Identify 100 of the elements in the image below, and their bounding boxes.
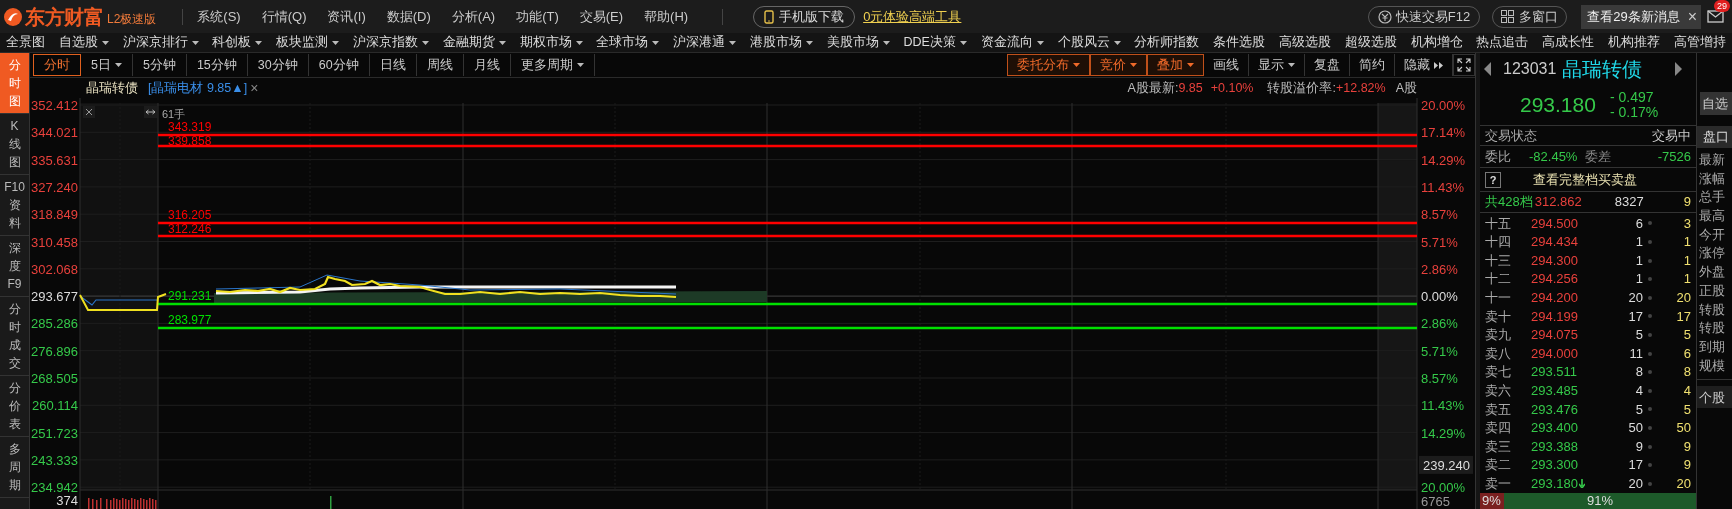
promo-link[interactable]: 0元体验高端工具 bbox=[863, 6, 962, 27]
order-volume: 20 bbox=[1628, 289, 1643, 307]
axis-label: 5.71% bbox=[1421, 234, 1458, 250]
nav-menu-item[interactable]: 分析师指数 bbox=[1134, 33, 1200, 52]
period-tab[interactable]: 月线 bbox=[463, 54, 511, 76]
caret-icon bbox=[191, 40, 199, 45]
nav-menu-item[interactable]: 沪深港通 bbox=[673, 33, 737, 52]
nav-menu-item[interactable]: 科创板 bbox=[212, 33, 263, 52]
menu-item[interactable]: 交易(E) bbox=[579, 6, 624, 27]
double-arrow-icon bbox=[1434, 61, 1443, 69]
toolbar-button[interactable]: 竞价 bbox=[1090, 54, 1147, 76]
period-tab[interactable]: 30分钟 bbox=[247, 54, 309, 76]
caret-icon bbox=[332, 40, 340, 45]
depth-count: 9 bbox=[1683, 193, 1691, 212]
field-value: 交易中 bbox=[1652, 126, 1691, 145]
toolbar-button[interactable]: 复盘 bbox=[1305, 54, 1350, 76]
sell-share: 91% bbox=[1586, 493, 1614, 509]
side-tab[interactable]: K 线 图 bbox=[0, 114, 29, 175]
period-tab[interactable]: 更多周期 bbox=[510, 54, 595, 76]
nav-menu-item[interactable]: 机构增仓 bbox=[1410, 33, 1463, 52]
side-tab[interactable]: 分 时 成 交 bbox=[0, 297, 29, 376]
menu-item[interactable]: 功能(T) bbox=[516, 6, 559, 27]
panel-tab[interactable]: 个股 bbox=[1697, 386, 1732, 409]
help-button[interactable]: ? bbox=[1485, 171, 1501, 188]
toolbar-button[interactable]: 简约 bbox=[1350, 54, 1395, 76]
panel-tab[interactable]: 盘口 bbox=[1697, 126, 1732, 148]
notification-banner[interactable]: 查看29条新消息 × bbox=[1581, 4, 1701, 29]
notification-text[interactable]: 查看29条新消息 bbox=[1587, 6, 1680, 27]
nav-menu-item[interactable]: 机构推荐 bbox=[1607, 33, 1660, 52]
nav-menu-item[interactable]: 热点追击 bbox=[1476, 33, 1529, 52]
side-tab[interactable]: F10 资 料 bbox=[0, 175, 29, 236]
toolbar-button[interactable]: 委托分布 bbox=[1007, 54, 1090, 76]
nav-menu-item[interactable]: 个股风云 bbox=[1057, 33, 1121, 52]
order-level: 十五 bbox=[1485, 214, 1512, 233]
nav-menu-item[interactable]: 港股市场 bbox=[749, 33, 813, 52]
favorite-button[interactable]: 自选 bbox=[1700, 92, 1732, 115]
menu-item[interactable]: 分析(A) bbox=[451, 6, 496, 27]
menu-item[interactable]: 资讯(I) bbox=[327, 6, 366, 27]
menu-item[interactable]: 帮助(H) bbox=[644, 6, 689, 27]
field-label: 最新 bbox=[1699, 151, 1726, 169]
nav-menu-item[interactable]: 高级选股 bbox=[1278, 33, 1331, 52]
menu-item[interactable]: 数据(D) bbox=[386, 6, 431, 27]
period-tab[interactable]: 5日 bbox=[81, 54, 133, 76]
caret-icon bbox=[255, 40, 263, 45]
field-label: 转股 bbox=[1699, 300, 1726, 319]
close-button[interactable]: × bbox=[1687, 4, 1697, 29]
nav-menu-item[interactable]: 美股市场 bbox=[826, 33, 890, 52]
resize-icon[interactable] bbox=[144, 106, 157, 118]
nav-menu-item[interactable]: 条件选股 bbox=[1213, 33, 1266, 52]
period-tab[interactable]: 日线 bbox=[369, 54, 417, 76]
period-tab[interactable]: 60分钟 bbox=[308, 54, 370, 76]
price-readout: 239.240 bbox=[1419, 455, 1473, 474]
close-button[interactable]: × bbox=[250, 77, 259, 99]
nav-menu-item[interactable]: 沪深京排行 bbox=[122, 33, 199, 52]
period-tab[interactable]: 5分钟 bbox=[132, 54, 187, 76]
nav-menu-item[interactable]: 高成长性 bbox=[1542, 33, 1595, 52]
nav-menu-item[interactable]: 自选股 bbox=[58, 33, 109, 52]
side-tab[interactable]: 分 价 表 bbox=[0, 376, 29, 437]
caret-icon bbox=[1113, 40, 1121, 45]
caret-icon bbox=[882, 40, 890, 45]
nav-menu-item[interactable]: 板块监测 bbox=[276, 33, 340, 52]
order-level: 卖七 bbox=[1485, 363, 1512, 382]
close-icon[interactable] bbox=[83, 106, 95, 118]
edition-label: L2极速版 bbox=[107, 11, 157, 28]
toolbar-button[interactable]: 画线 bbox=[1204, 54, 1249, 76]
full-book-link[interactable]: 查看完整档买卖盘 bbox=[1533, 170, 1637, 190]
order-price: 293.180 bbox=[1531, 473, 1601, 494]
alert-label: 339.858 bbox=[168, 134, 212, 148]
collapse-button[interactable]: 隐藏 bbox=[1395, 54, 1453, 76]
nav-menu-item[interactable]: 全球市场 bbox=[596, 33, 660, 52]
period-tab[interactable]: 周线 bbox=[416, 54, 464, 76]
side-tab[interactable]: 多 周 期 bbox=[0, 437, 29, 498]
nav-menu-item[interactable]: 沪深京指数 bbox=[353, 33, 429, 52]
order-level: 卖四 bbox=[1485, 419, 1512, 438]
nav-menu-item[interactable]: 期权市场 bbox=[519, 33, 583, 52]
premium-label: 转股溢价率: bbox=[1267, 79, 1336, 97]
nav-menu-item[interactable]: DDE决策 bbox=[903, 33, 967, 52]
period-tab[interactable]: 分时 bbox=[33, 54, 81, 76]
order-count: 9 bbox=[1682, 456, 1691, 475]
fullscreen-button[interactable] bbox=[1453, 54, 1475, 76]
caret-icon bbox=[652, 40, 660, 45]
buy-share: 9% bbox=[1480, 493, 1504, 509]
period-tab[interactable]: 15分钟 bbox=[186, 54, 248, 76]
toolbar-button[interactable]: 叠加 bbox=[1147, 54, 1204, 76]
field-value: -82.45% bbox=[1529, 148, 1578, 167]
nav-menu-item[interactable]: 超级选股 bbox=[1344, 33, 1397, 52]
nav-menu-item[interactable]: 高管增持 bbox=[1673, 33, 1726, 52]
nav-menu-item[interactable]: 金融期货 bbox=[442, 33, 506, 52]
nav-menu-item[interactable]: 全景图 bbox=[6, 33, 45, 52]
axis-label: 352.412 bbox=[31, 98, 78, 113]
order-volume: 5 bbox=[1635, 400, 1643, 419]
menu-item[interactable]: 系统(S) bbox=[197, 6, 241, 27]
order-level: 十二 bbox=[1485, 270, 1512, 289]
menu-item[interactable]: 行情(Q) bbox=[261, 6, 307, 27]
order-price: 293.485 bbox=[1531, 382, 1579, 400]
order-volume: 1 bbox=[1635, 251, 1643, 270]
field-label: 规模 bbox=[1699, 356, 1726, 375]
nav-menu-item[interactable]: 资金流向 bbox=[980, 33, 1044, 52]
toolbar-button[interactable]: 显示 bbox=[1249, 54, 1305, 76]
side-tab[interactable]: 深 度 F9 bbox=[0, 236, 29, 297]
